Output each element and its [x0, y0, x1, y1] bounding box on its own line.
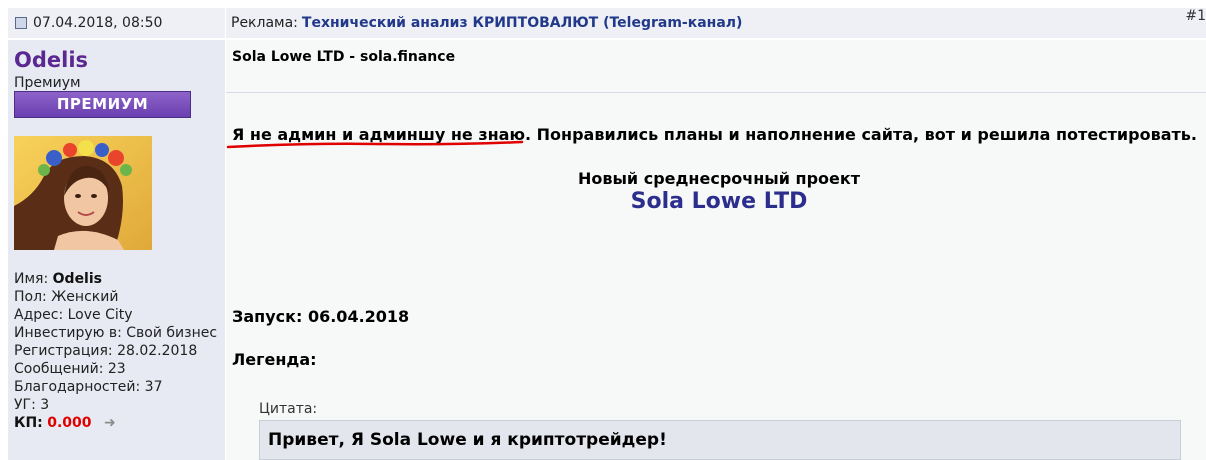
quote-title: Цитата: — [259, 401, 318, 417]
arrow-right-icon[interactable]: ➜ — [104, 415, 116, 431]
info-thanks: Благодарностей: 37 — [14, 379, 163, 395]
info-kp: КП: 0.000 ➜ — [14, 415, 116, 431]
quote-text: Привет, Я Sola Lowe и я криптотрейдер! — [268, 430, 667, 450]
info-registration: Регистрация: 28.02.2018 — [14, 343, 198, 359]
post-date-cell: 07.04.2018, 08:50 — [8, 8, 225, 38]
info-messages: Сообщений: 23 — [14, 361, 126, 377]
divider — [226, 92, 1206, 93]
post-content: Sola Lowe LTD - sola.finance Я не админ … — [226, 40, 1206, 460]
info-address: Адрес: Love City — [14, 307, 133, 323]
user-sidebar: Odelis Премиум ПРЕМИУМ Имя: Odelis Пол: … — [8, 40, 225, 460]
post-number[interactable]: #1 — [1185, 8, 1206, 24]
ad-cell: Реклама: Технический анализ КРИПТОВАЛЮТ … — [226, 8, 1206, 38]
post-subject: Sola Lowe LTD - sola.finance — [232, 49, 456, 65]
ad-label: Реклама: — [231, 15, 298, 31]
info-ug: УГ: 3 — [14, 397, 50, 413]
info-invest: Инвестирую в: Свой бизнес — [14, 325, 218, 341]
info-gender: Пол: Женский — [14, 289, 119, 305]
document-icon — [15, 17, 27, 29]
project-caption: Новый среднесрочный проект — [577, 169, 861, 188]
ad-link[interactable]: Технический анализ КРИПТОВАЛЮТ (Telegram… — [302, 15, 743, 31]
intro-rest: Понравились планы и наполнение сайта, во… — [531, 125, 1197, 144]
post-date: 07.04.2018, 08:50 — [33, 15, 163, 31]
user-title: Премиум — [14, 75, 81, 91]
launch-date: Запуск: 06.04.2018 — [232, 307, 410, 326]
legend-heading: Легенда: — [232, 350, 317, 369]
avatar-image — [14, 136, 152, 250]
username[interactable]: Odelis — [14, 48, 88, 72]
user-info: Имя: Odelis Пол: Женский Адрес: Love Cit… — [14, 270, 219, 432]
rank-banner: ПРЕМИУМ — [14, 91, 191, 118]
quote-box: Привет, Я Sola Lowe и я криптотрейдер! — [259, 420, 1181, 460]
info-name: Имя: Odelis — [14, 271, 102, 287]
red-underline — [226, 140, 524, 149]
post-header: 07.04.2018, 08:50 Реклама: Технический а… — [0, 0, 1206, 38]
kp-value: 0.000 — [47, 415, 92, 431]
project-name: Sola Lowe LTD — [630, 189, 808, 214]
avatar[interactable] — [14, 136, 152, 250]
